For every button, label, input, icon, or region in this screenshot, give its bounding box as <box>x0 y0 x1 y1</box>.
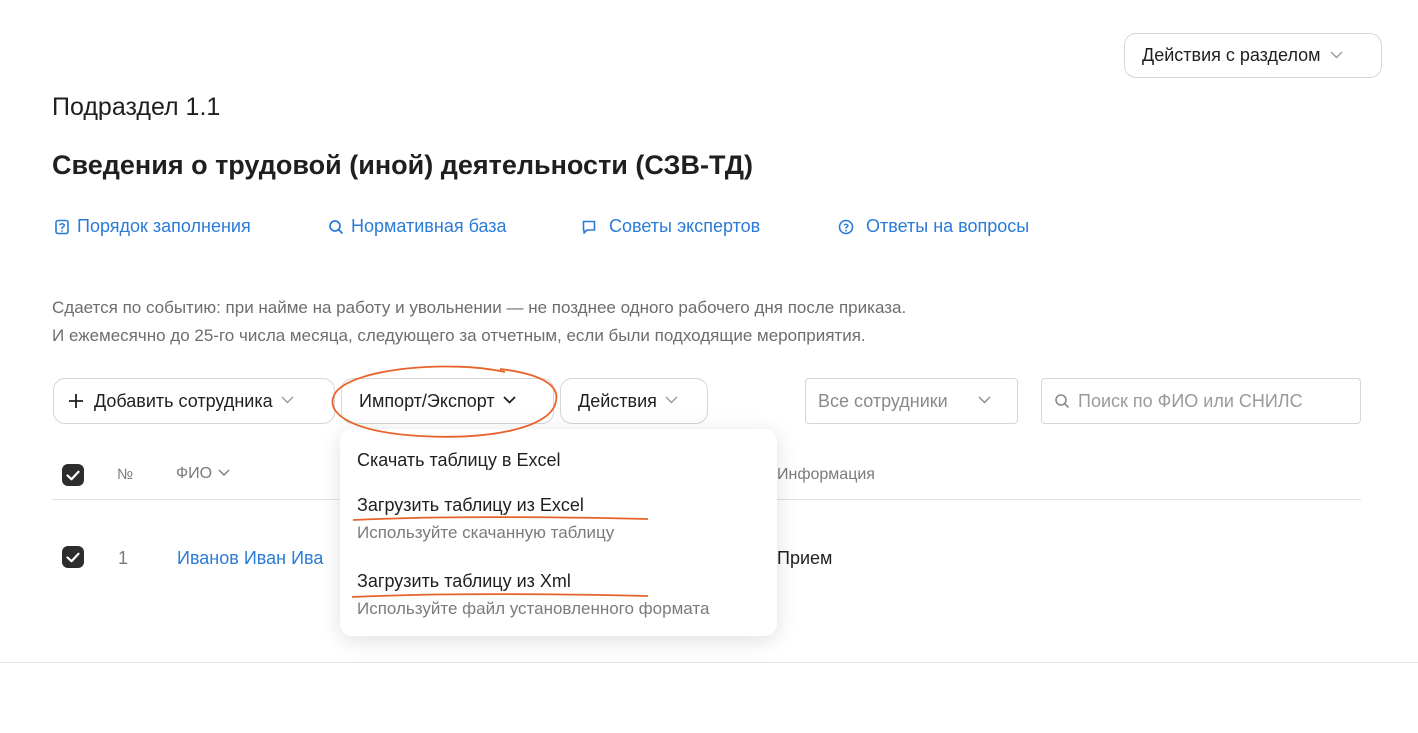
menu-item-upload-xml-hint: Используйте файл установленного формата <box>357 599 710 618</box>
search-icon <box>1054 393 1070 409</box>
row-info: Прием <box>777 548 833 568</box>
checkmark-icon <box>66 552 80 562</box>
menu-item-download-excel[interactable]: Скачать таблицу в Excel <box>357 450 561 471</box>
subsection-label: Подраздел 1.1 <box>52 93 221 121</box>
employee-filter-value: Все сотрудники <box>818 390 948 411</box>
add-employee-button[interactable]: Добавить сотрудника <box>53 378 335 424</box>
expert-tips-label: Советы экспертов <box>609 216 761 236</box>
normative-base-link[interactable]: Нормативная база <box>328 216 507 237</box>
search-placeholder: Поиск по ФИО или СНИЛС <box>1078 390 1303 411</box>
chevron-down-icon <box>218 469 232 479</box>
chevron-down-icon <box>978 396 992 406</box>
faq-label: Ответы на вопросы <box>866 216 1030 236</box>
faq-link[interactable]: Ответы на вопросы <box>838 216 1029 237</box>
import-export-menu: Скачать таблицу в Excel Загрузить таблиц… <box>340 429 777 636</box>
fill-order-label: Порядок заполнения <box>77 216 251 236</box>
column-name-header[interactable]: ФИО <box>176 465 232 483</box>
help-circle-icon <box>838 219 854 235</box>
column-number-header: № <box>117 466 134 483</box>
description-line-2: И ежемесячно до 25-го числа месяца, след… <box>52 326 866 345</box>
menu-item-upload-excel[interactable]: Загрузить таблицу из Excel <box>357 495 584 516</box>
section-actions-label: Действия с разделом <box>1142 45 1321 65</box>
actions-label: Действия <box>578 390 657 411</box>
select-all-checkbox[interactable] <box>62 464 84 486</box>
actions-button[interactable]: Действия <box>560 378 708 424</box>
fill-order-link[interactable]: Порядок заполнения <box>54 216 251 237</box>
import-export-label: Импорт/Экспорт <box>359 390 495 411</box>
chevron-down-icon <box>281 396 295 406</box>
bottom-divider <box>0 662 1418 663</box>
chevron-down-icon <box>1330 51 1344 61</box>
menu-item-upload-xml[interactable]: Загрузить таблицу из Xml <box>357 571 571 592</box>
employee-name-link[interactable]: Иванов Иван Ива <box>177 548 323 569</box>
checkmark-icon <box>66 470 80 480</box>
row-number: 1 <box>118 548 129 568</box>
menu-item-upload-excel-hint: Используйте скачанную таблицу <box>357 523 615 542</box>
chevron-down-icon <box>665 396 679 406</box>
plus-icon <box>68 393 84 409</box>
column-name-label: ФИО <box>176 465 213 482</box>
search-input[interactable]: Поиск по ФИО или СНИЛС <box>1041 378 1361 424</box>
search-icon <box>328 219 344 235</box>
comment-icon <box>581 219 597 235</box>
employee-filter-select[interactable]: Все сотрудники <box>805 378 1018 424</box>
section-actions-button[interactable]: Действия с разделом <box>1124 33 1382 78</box>
normative-base-label: Нормативная база <box>351 216 507 236</box>
chevron-down-icon <box>502 396 517 406</box>
description-line-1: Сдается по событию: при найме на работу … <box>52 298 907 317</box>
add-employee-label: Добавить сотрудника <box>94 390 273 411</box>
page-title: Сведения о трудовой (иной) деятельности … <box>52 150 753 180</box>
import-export-button[interactable]: Импорт/Экспорт <box>341 378 554 424</box>
document-icon <box>54 219 70 235</box>
column-info-header: Информация <box>777 466 875 483</box>
row-checkbox[interactable] <box>62 546 84 568</box>
expert-tips-link[interactable]: Советы экспертов <box>581 216 760 237</box>
